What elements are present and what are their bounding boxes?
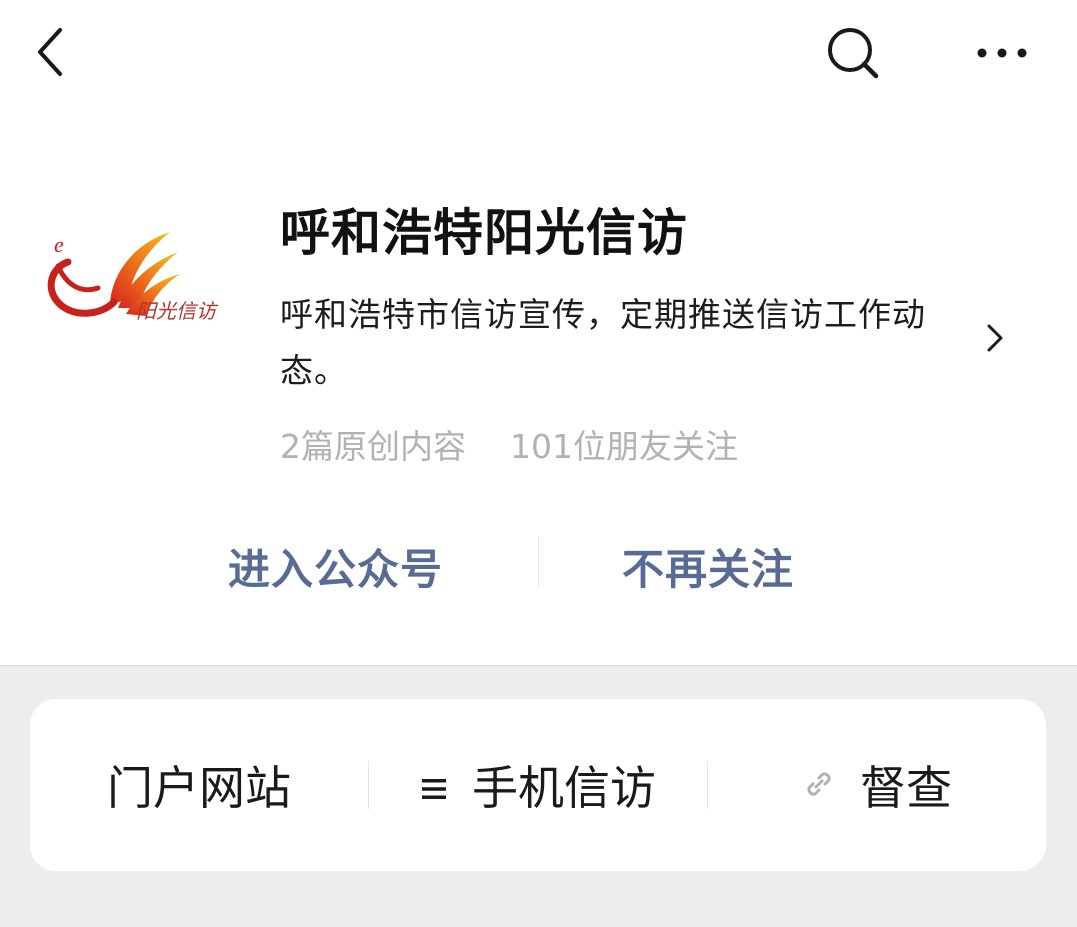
account-name: 呼和浩特阳光信访 [280, 204, 688, 262]
enter-account-button[interactable]: 进入公众号 [228, 536, 443, 597]
menu-item-label: 督查 [860, 761, 952, 815]
menu-item-label: 手机信访 [472, 761, 656, 815]
more-button[interactable] [970, 30, 1034, 76]
description-detail-button[interactable] [980, 320, 1008, 356]
more-horizontal-icon [977, 48, 1027, 58]
menu-item-inspection[interactable]: 督查 [708, 699, 1046, 871]
account-stats: 2篇原创内容 101位朋友关注 [280, 420, 738, 468]
section-divider [0, 665, 1077, 666]
menu-item-mobile-petition[interactable]: 手机信访 [369, 699, 707, 871]
svg-text:e: e [54, 232, 64, 257]
search-button[interactable] [822, 24, 882, 80]
chevron-left-icon [38, 28, 62, 76]
logo-caption: 阳光信访 [136, 299, 219, 323]
action-separator [538, 536, 539, 586]
menu-lines-icon [420, 758, 448, 812]
sunshine-petition-logo: e 阳光信访 [47, 232, 219, 323]
unfollow-button[interactable]: 不再关注 [622, 536, 794, 597]
chevron-right-icon [987, 324, 1003, 352]
search-icon [828, 28, 879, 79]
account-description[interactable]: 呼和浩特市信访宣传，定期推送信访工作动态。 [280, 287, 970, 399]
link-icon [802, 758, 836, 812]
account-menu: 门户网站 手机信访 督查 [30, 699, 1046, 871]
follower-count: 101位朋友关注 [510, 427, 738, 466]
account-logo[interactable]: e 阳光信访 [40, 222, 230, 332]
back-button[interactable] [30, 24, 74, 80]
original-content-count[interactable]: 2篇原创内容 [280, 427, 466, 466]
menu-item-portal[interactable]: 门户网站 [30, 699, 368, 871]
menu-item-label: 门户网站 [107, 761, 291, 815]
